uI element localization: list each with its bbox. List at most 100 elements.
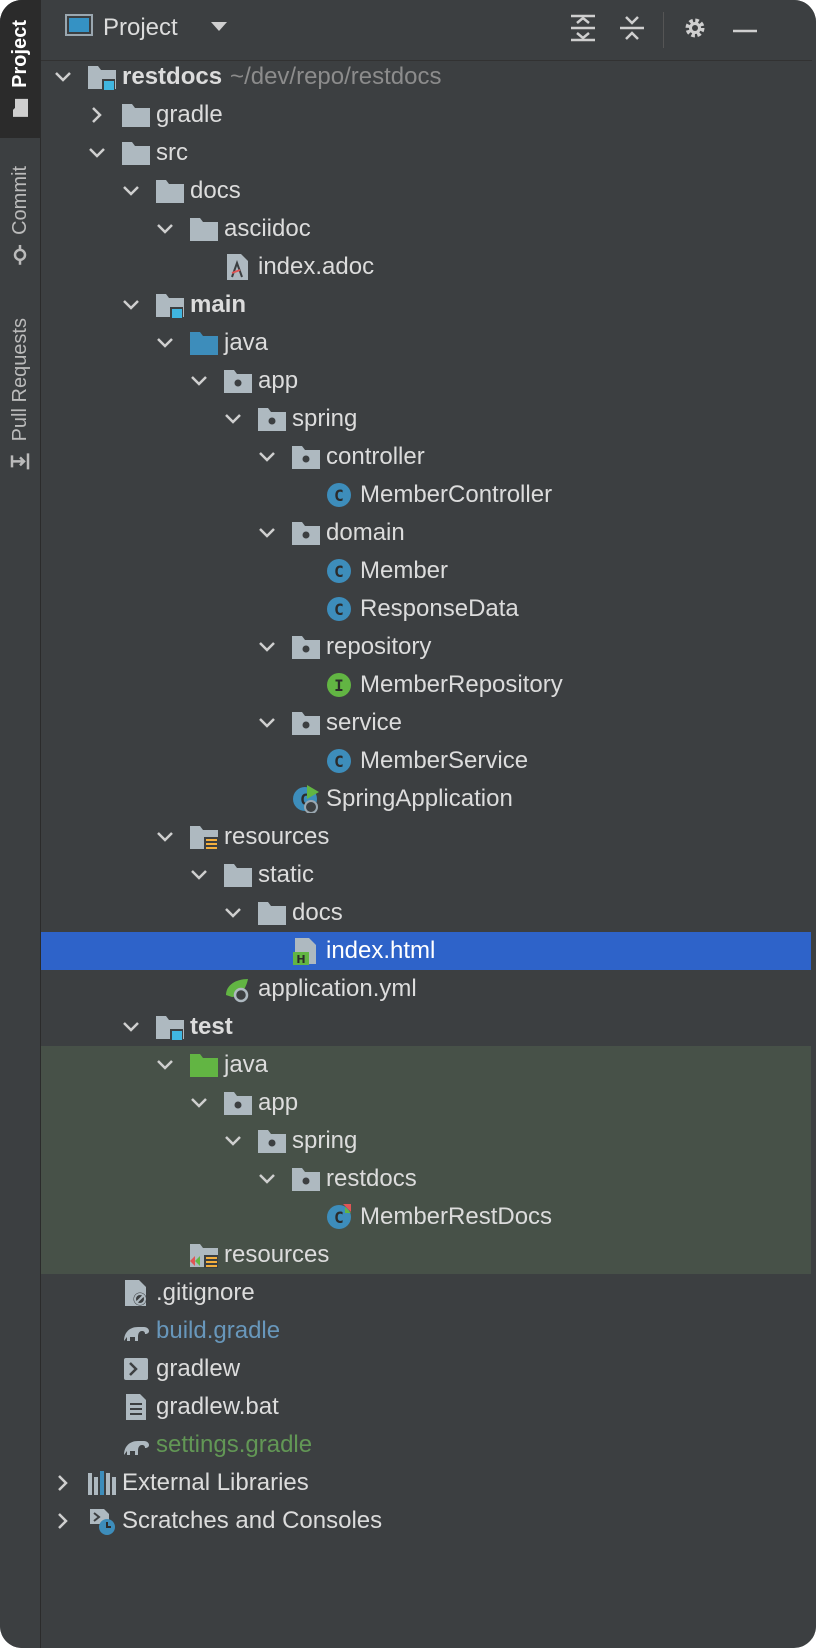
- tree-row[interactable]: C Member: [41, 552, 811, 590]
- tree-row[interactable]: C MemberService: [41, 742, 811, 780]
- side-tab-label: Project: [8, 20, 31, 88]
- settings-button[interactable]: [677, 12, 713, 48]
- tree-row-label: gradlew.bat: [156, 1393, 279, 1420]
- tree-row[interactable]: service: [41, 704, 811, 742]
- source-folder-icon: [189, 329, 219, 357]
- scrollbar[interactable]: [812, 60, 816, 1648]
- tree-row[interactable]: gradlew.bat: [41, 1388, 811, 1426]
- chevron-down-icon[interactable]: [221, 894, 245, 932]
- tool-window-stripe: Project Commit Pull Requests: [0, 0, 41, 1648]
- tree-row[interactable]: app: [41, 362, 811, 400]
- side-tab-project[interactable]: Project: [0, 0, 40, 138]
- chevron-down-icon[interactable]: [153, 818, 177, 856]
- minimize-icon: [733, 21, 757, 39]
- tree-row[interactable]: Hindex.html: [41, 932, 811, 970]
- chevron-down-icon[interactable]: [119, 172, 143, 210]
- chevron-right-icon[interactable]: [51, 1464, 75, 1502]
- tree-row-label: External Libraries: [122, 1469, 309, 1496]
- tree-row[interactable]: resources: [41, 1236, 811, 1274]
- tree-row[interactable]: restdocs ~/dev/repo/restdocs: [41, 58, 811, 96]
- folder-icon: [257, 899, 287, 927]
- chevron-down-icon[interactable]: [221, 400, 245, 438]
- svg-text:C: C: [334, 1208, 344, 1227]
- collapse-all-icon: [619, 14, 645, 47]
- tree-row[interactable]: domain: [41, 514, 811, 552]
- side-tab-label: Commit: [8, 165, 31, 235]
- tree-row[interactable]: main: [41, 286, 811, 324]
- chevron-down-icon[interactable]: [187, 362, 211, 400]
- collapse-all-button[interactable]: [614, 12, 650, 48]
- chevron-down-icon[interactable]: [187, 856, 211, 894]
- tree-row-label: spring: [292, 405, 358, 432]
- tree-row-label: ResponseData: [360, 595, 519, 622]
- tree-row[interactable]: docs: [41, 172, 811, 210]
- tree-row[interactable]: C MemberRestDocs: [41, 1198, 811, 1236]
- tree-row[interactable]: C MemberController: [41, 476, 811, 514]
- svg-text:I: I: [334, 676, 344, 695]
- tree-row[interactable]: repository: [41, 628, 811, 666]
- tree-row[interactable]: java: [41, 1046, 811, 1084]
- chevron-down-icon[interactable]: [255, 628, 279, 666]
- tree-row[interactable]: src: [41, 134, 811, 172]
- package-icon: [291, 519, 321, 547]
- tree-row[interactable]: application.yml: [41, 970, 811, 1008]
- chevron-down-icon[interactable]: [85, 134, 109, 172]
- chevron-down-icon[interactable]: [119, 1008, 143, 1046]
- tree-row-label: controller: [326, 443, 425, 470]
- package-icon: [257, 405, 287, 433]
- tree-row[interactable]: settings.gradle: [41, 1426, 811, 1464]
- package-icon: [291, 709, 321, 737]
- chevron-down-icon: [210, 19, 228, 37]
- tree-row-label: static: [258, 861, 315, 888]
- tree-row[interactable]: asciidoc: [41, 210, 811, 248]
- chevron-down-icon[interactable]: [255, 704, 279, 742]
- tree-row[interactable]: C SpringApplication: [41, 780, 811, 818]
- side-tab-commit[interactable]: Commit: [0, 150, 40, 280]
- chevron-down-icon[interactable]: [255, 514, 279, 552]
- tree-row[interactable]: controller: [41, 438, 811, 476]
- gitignore-file-icon: [121, 1279, 151, 1307]
- tree-row[interactable]: static: [41, 856, 811, 894]
- tree-row[interactable]: .gitignore: [41, 1274, 811, 1312]
- tree-row[interactable]: build.gradle: [41, 1312, 811, 1350]
- chevron-down-icon[interactable]: [187, 1084, 211, 1122]
- chevron-right-icon[interactable]: [85, 96, 109, 134]
- tree-row[interactable]: gradle: [41, 96, 811, 134]
- tree-row-label: resources: [224, 823, 330, 850]
- tree-row[interactable]: test: [41, 1008, 811, 1046]
- side-tab-label: Pull Requests: [8, 318, 31, 442]
- view-selector[interactable]: Project: [65, 13, 228, 42]
- tree-row[interactable]: docs: [41, 894, 811, 932]
- chevron-down-icon[interactable]: [153, 210, 177, 248]
- expand-all-button[interactable]: [565, 12, 601, 48]
- tree-row-label: asciidoc: [224, 215, 311, 242]
- side-tab-pull-requests[interactable]: Pull Requests: [0, 300, 40, 490]
- chevron-down-icon[interactable]: [255, 438, 279, 476]
- test-folder-icon: [189, 1051, 219, 1079]
- tree-row-label: index.adoc: [258, 253, 375, 280]
- tree-row[interactable]: resources: [41, 818, 811, 856]
- tree-row-label: java: [224, 329, 269, 356]
- chevron-right-icon[interactable]: [51, 1502, 75, 1540]
- tree-row[interactable]: I MemberRepository: [41, 666, 811, 704]
- chevron-down-icon[interactable]: [51, 58, 75, 96]
- chevron-down-icon[interactable]: [119, 286, 143, 324]
- tree-row[interactable]: spring: [41, 1122, 811, 1160]
- svg-text:C: C: [334, 752, 344, 771]
- chevron-down-icon[interactable]: [153, 1046, 177, 1084]
- hide-button[interactable]: [727, 12, 763, 48]
- tree-row[interactable]: spring: [41, 400, 811, 438]
- tree-row[interactable]: restdocs: [41, 1160, 811, 1198]
- tree-row[interactable]: gradlew: [41, 1350, 811, 1388]
- tree-row[interactable]: index.adoc: [41, 248, 811, 286]
- tree-row[interactable]: app: [41, 1084, 811, 1122]
- tree-row[interactable]: java: [41, 324, 811, 362]
- chevron-down-icon[interactable]: [221, 1122, 245, 1160]
- chevron-down-icon[interactable]: [255, 1160, 279, 1198]
- tree-row[interactable]: Scratches and Consoles: [41, 1502, 811, 1540]
- tree-row[interactable]: C ResponseData: [41, 590, 811, 628]
- module-folder-icon: [87, 63, 117, 91]
- html-file-icon: H: [291, 937, 321, 966]
- tree-row[interactable]: External Libraries: [41, 1464, 811, 1502]
- chevron-down-icon[interactable]: [153, 324, 177, 362]
